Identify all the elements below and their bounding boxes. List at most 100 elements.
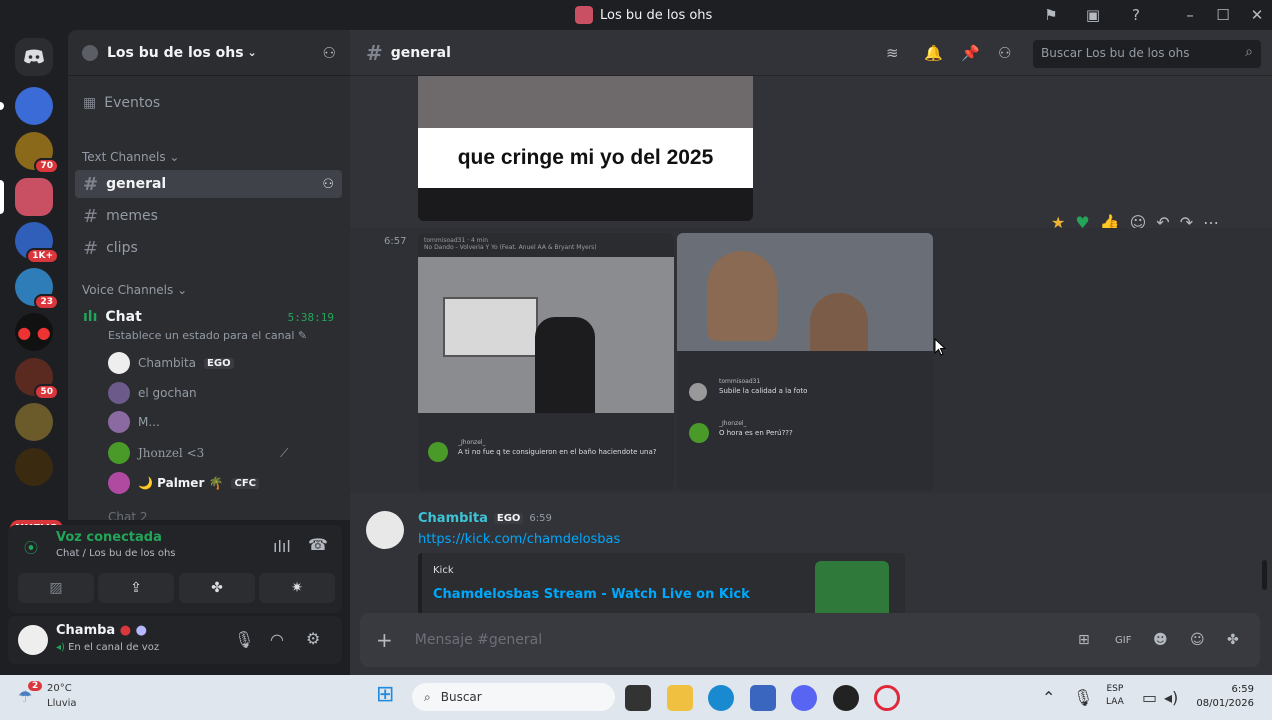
server-icon[interactable]: 50 (15, 358, 59, 400)
avatar (689, 423, 709, 443)
link-embed: Kick Chamdelosbas Stream - Watch Live on… (418, 553, 905, 615)
minimize-button[interactable]: – (1180, 5, 1200, 25)
server-icon[interactable]: 70 (15, 132, 59, 174)
message-input[interactable]: + Mensaje #general ⊞ GIF ☻ ☺ ✤ (360, 613, 1260, 667)
user-status: ◂) En el canal de voz (56, 642, 160, 653)
gift-icon[interactable]: ⊞ (1078, 632, 1090, 648)
category-voice-channels[interactable]: Voice Channels ⌄ (82, 283, 187, 297)
network-icon[interactable]: ▭ (1142, 688, 1157, 707)
voice-location[interactable]: Chat / Los bu de los ohs (56, 548, 176, 559)
camera-button[interactable]: ▨ (18, 573, 94, 603)
voice-channel-chat-2[interactable]: Chat 2 (108, 510, 148, 520)
member-list-icon[interactable]: ⚇ (998, 44, 1018, 62)
weather-widget[interactable]: ☂ 2 (18, 681, 43, 707)
attachment-image[interactable]: tommisoad31 · 4 min No Dando - Volveria Y… (418, 233, 674, 491)
sticker-icon[interactable]: ☻ (1153, 632, 1168, 648)
voice-activity-icon: ılı (83, 309, 98, 325)
channel-status[interactable]: Establece un estado para el canal ✎ (108, 329, 307, 342)
classroom-photo (418, 257, 674, 413)
noise-suppression-icon[interactable]: ılıl (273, 537, 291, 556)
channel-memes[interactable]: # memes (75, 202, 342, 230)
voice-user[interactable]: Jhonzel <3 ⟋ (108, 442, 288, 464)
activities-button[interactable]: ✤ (179, 573, 255, 603)
opera-icon[interactable] (874, 685, 900, 711)
clock[interactable]: 6:59 08/01/2026 (1196, 684, 1254, 709)
server-icon[interactable]: ● ● (15, 313, 53, 351)
volume-icon[interactable]: ◂) (1164, 688, 1178, 707)
server-settings-icon (82, 44, 98, 61)
discord-taskbar-icon[interactable] (791, 685, 817, 711)
person (535, 317, 595, 413)
task-view-icon[interactable] (625, 685, 651, 711)
discord-home-icon[interactable] (15, 38, 53, 76)
server-icon[interactable]: 23 (15, 268, 59, 310)
game-app-icon[interactable] (833, 685, 859, 711)
help-icon[interactable]: ? (1126, 5, 1146, 25)
inbox-icon[interactable]: ▣ (1083, 5, 1103, 25)
soundboard-button[interactable]: ✷ (259, 573, 335, 603)
maximize-button[interactable]: ☐ (1213, 5, 1233, 25)
edge-icon[interactable] (708, 685, 734, 711)
search-icon: ⌕ (424, 689, 431, 704)
voice-channel-chat[interactable]: ılı Chat 5:38:19 (75, 303, 342, 331)
emoji-icon[interactable]: ☺ (1190, 632, 1205, 648)
disconnect-icon[interactable]: ☎ (308, 535, 328, 554)
server-icon[interactable] (15, 448, 53, 486)
channel-clips[interactable]: # clips (75, 234, 342, 262)
microphone-icon[interactable]: 🎙 (234, 630, 254, 649)
server-icon[interactable]: 1K+ (15, 222, 59, 264)
threads-icon[interactable]: ≋ (886, 44, 906, 62)
author-name[interactable]: Chambita (418, 511, 488, 526)
face (810, 293, 868, 351)
microphone-icon[interactable]: 🎙 (1073, 688, 1093, 707)
voice-user[interactable]: 🌙 Palmer 🌴 CFC (108, 472, 259, 494)
apps-icon[interactable]: ✤ (1227, 632, 1239, 648)
close-button[interactable]: ✕ (1247, 5, 1267, 25)
message-link[interactable]: https://kick.com/chamdelosbas (418, 532, 620, 547)
user-avatar[interactable] (18, 625, 48, 655)
taskbar: ☂ 2 20°C Lluvia ⊞ ⌕ Buscar ⌃ 🎙 ESP LAA ▭ … (0, 675, 1272, 720)
gif-icon[interactable]: GIF (1115, 635, 1131, 646)
category-text-channels[interactable]: Text Channels ⌄ (82, 150, 179, 164)
language-indicator[interactable]: ESP LAA (1106, 684, 1124, 707)
voice-user[interactable]: el gochan (108, 382, 197, 404)
events-item[interactable]: ▦ Eventos (75, 89, 342, 117)
screen-share-icon: ⇪ (130, 580, 142, 596)
avatar (108, 442, 130, 464)
meme-image[interactable]: que cringe mi yo del 2025 (418, 76, 753, 221)
username[interactable]: Chamba ● ● (56, 623, 147, 638)
taskbar-search[interactable]: ⌕ Buscar (412, 683, 615, 711)
notification-bell-icon[interactable]: 🔔 (924, 44, 944, 62)
headphones-icon[interactable]: ◠ (270, 630, 284, 649)
voice-user[interactable]: Chambita EGO (108, 352, 234, 374)
activities-icon: ✤ (211, 580, 223, 596)
invite-icon[interactable]: ⚇ (322, 177, 334, 192)
author-avatar[interactable] (366, 511, 404, 549)
scrollbar[interactable] (1262, 560, 1267, 590)
pinned-messages-icon[interactable]: 📌 (961, 44, 981, 62)
attachment-image[interactable]: tommisoad31 Subile la calidad a la foto … (677, 233, 933, 491)
voice-connection-panel: ⦿ Voz conectada Chat / Los bu de los ohs… (8, 525, 342, 613)
windows-start-icon[interactable]: ⊞ (376, 682, 402, 708)
store-icon[interactable] (750, 685, 776, 711)
server-icon[interactable] (15, 403, 53, 441)
signal-icon: ⦿ (24, 541, 38, 557)
upload-plus-icon[interactable]: + (376, 628, 393, 652)
camera-off-icon: ▨ (49, 580, 63, 596)
server-icon-active[interactable] (15, 178, 53, 216)
voice-user[interactable]: M... (108, 411, 160, 433)
server-icon[interactable] (15, 87, 53, 125)
unread-indicator (0, 102, 4, 110)
title-bar: Los bu de los ohs ⚑ ▣ ? – ☐ ✕ (0, 0, 1272, 30)
search-input[interactable]: Buscar Los bu de los ohs ⌕ (1033, 40, 1261, 68)
flag-icon[interactable]: ⚑ (1041, 5, 1061, 25)
embed-title[interactable]: Chamdelosbas Stream - Watch Live on Kick (433, 587, 750, 602)
file-explorer-icon[interactable] (667, 685, 693, 711)
settings-gear-icon[interactable]: ⚙ (306, 629, 320, 648)
server-header[interactable]: Los bu de los ohs ⌄ ⚇ (68, 30, 350, 76)
add-member-icon[interactable]: ⚇ (323, 44, 336, 62)
share-screen-button[interactable]: ⇪ (98, 573, 174, 603)
channel-general[interactable]: # general ⚇ (75, 170, 342, 198)
chevron-up-icon[interactable]: ⌃ (1042, 688, 1055, 707)
avatar (108, 411, 130, 433)
